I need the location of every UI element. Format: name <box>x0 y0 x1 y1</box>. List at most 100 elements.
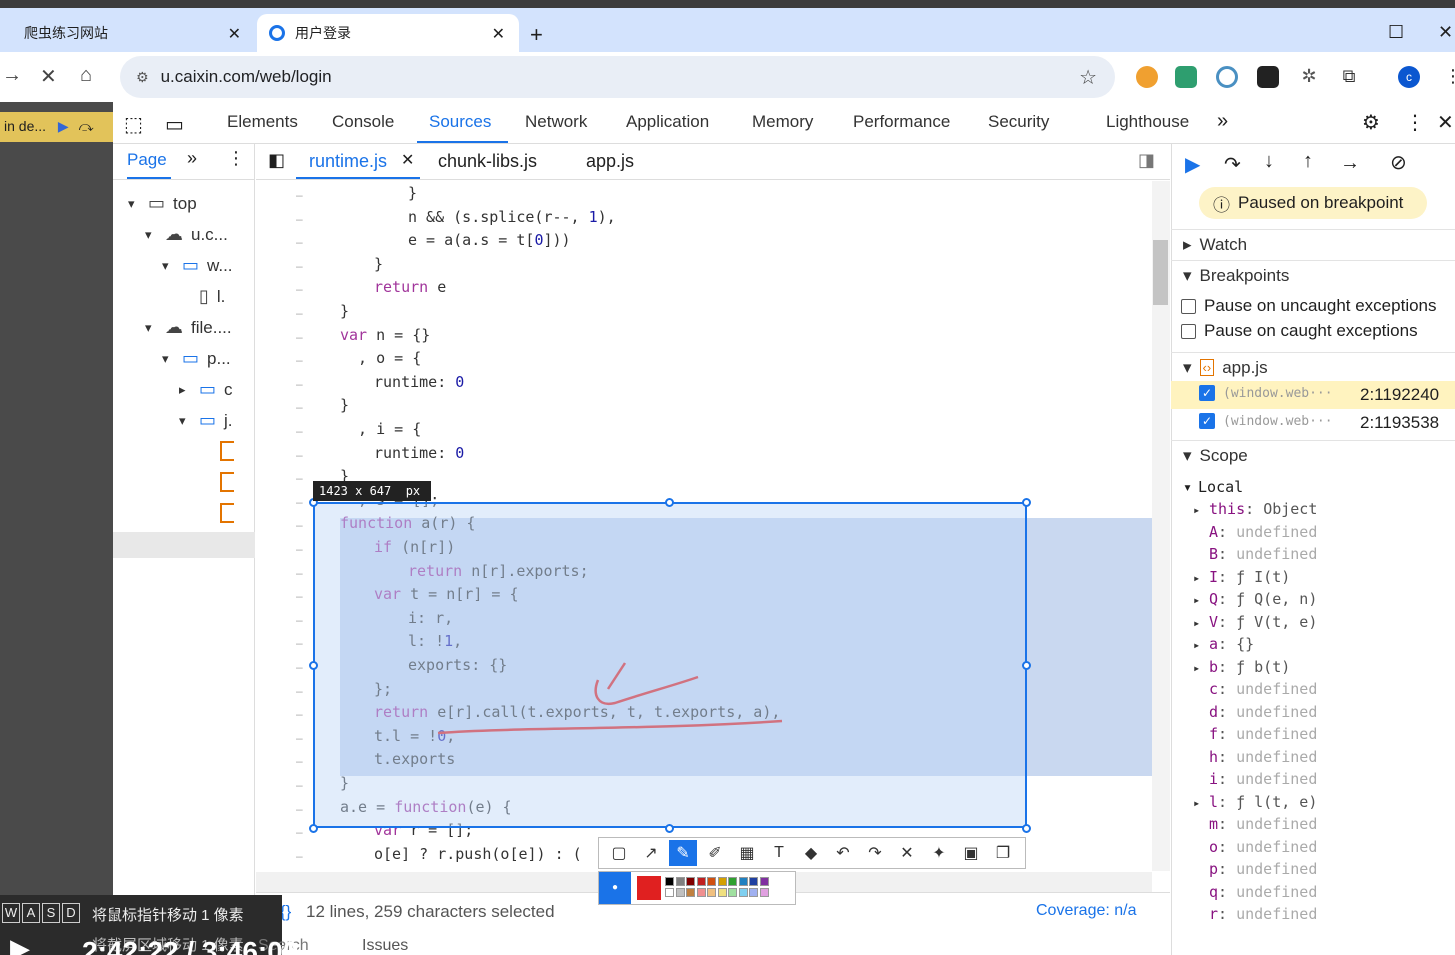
bookmark-star-icon[interactable]: ☆ <box>1079 65 1097 90</box>
forward-icon[interactable]: → <box>2 64 22 87</box>
checkbox-checked[interactable]: ✓ <box>1199 385 1215 401</box>
capture-selection[interactable] <box>313 502 1027 828</box>
breakpoints-section[interactable]: ▾ Breakpoints <box>1171 260 1455 290</box>
pin-icon[interactable]: ✦ <box>925 840 953 866</box>
step-into-icon[interactable]: ↓ <box>1264 150 1274 173</box>
tree-item[interactable]: ▾ ▭ w... <box>162 255 233 276</box>
close-devtools-icon[interactable]: ✕ <box>1437 110 1454 135</box>
extension-shield-icon[interactable] <box>1136 66 1158 88</box>
local-scope[interactable]: ▾ Local <box>1183 478 1243 496</box>
devtools-tab-application[interactable]: Application <box>626 112 709 132</box>
color-swatch[interactable] <box>738 888 748 897</box>
resume-icon[interactable]: ▶ <box>58 118 69 134</box>
resize-handle[interactable] <box>309 824 318 833</box>
new-tab-icon[interactable]: + <box>530 22 543 48</box>
close-tab-icon[interactable]: ✕ <box>492 24 505 44</box>
toggle-navigator-icon[interactable]: ◧ <box>268 150 285 171</box>
scope-var[interactable]: ▸ Q: ƒ Q(e, n) <box>1193 590 1317 608</box>
device-toolbar-icon[interactable]: ▭ <box>165 112 184 137</box>
tree-item[interactable]: ▾ ☁ u.c... <box>145 224 228 245</box>
color-swatch[interactable] <box>759 888 769 897</box>
step-out-icon[interactable]: ↑ <box>1303 150 1313 173</box>
close-tab-icon[interactable]: ✕ <box>228 24 241 44</box>
color-swatch[interactable] <box>696 877 706 886</box>
puzzle-icon[interactable]: ⧉ <box>1338 66 1360 88</box>
close-tab-icon[interactable]: ✕ <box>401 150 414 170</box>
redo-icon[interactable]: ↷ <box>861 840 889 866</box>
play-icon[interactable]: ▶ <box>10 933 30 955</box>
checkbox-checked[interactable]: ✓ <box>1199 413 1215 429</box>
pen-tool-icon[interactable]: ✎ <box>669 840 697 866</box>
scope-var[interactable]: ▸ b: ƒ b(t) <box>1193 658 1290 676</box>
settings-gear-icon[interactable]: ⚙ <box>1362 110 1380 135</box>
pause-uncaught-option[interactable]: Pause on uncaught exceptions <box>1181 296 1437 316</box>
undo-icon[interactable]: ↶ <box>829 840 857 866</box>
step-icon[interactable]: → <box>1340 152 1360 175</box>
color-swatch[interactable] <box>749 888 758 897</box>
devtools-tab-sources[interactable]: Sources <box>429 112 491 132</box>
save-icon[interactable]: ▣ <box>957 840 985 866</box>
checkbox[interactable] <box>1181 323 1196 339</box>
resize-handle[interactable] <box>665 498 674 507</box>
scope-var[interactable]: h: undefined <box>1193 748 1317 766</box>
marker-tool-icon[interactable]: ✐ <box>701 840 729 866</box>
color-swatch[interactable] <box>696 888 706 897</box>
pen-size-button[interactable]: ● <box>599 872 631 904</box>
color-swatch[interactable] <box>686 888 695 897</box>
menu-dots-icon[interactable]: ⋮ <box>1444 66 1455 87</box>
color-swatch[interactable] <box>749 877 758 886</box>
inspect-element-icon[interactable]: ⬚ <box>124 112 143 137</box>
js-file-icon[interactable] <box>220 472 234 492</box>
js-file-icon[interactable] <box>220 503 234 523</box>
resize-handle[interactable] <box>1022 824 1031 833</box>
bp-row-2[interactable]: ✓ (window.web··· <box>1199 413 1333 429</box>
text-tool-icon[interactable]: T <box>765 840 793 866</box>
shape-tool-icon[interactable]: ▢ <box>605 840 633 866</box>
scope-var[interactable]: ▸ I: ƒ I(t) <box>1193 568 1290 586</box>
toggle-debugger-icon[interactable]: ◨ <box>1138 150 1155 171</box>
issues-tab[interactable]: Issues <box>362 937 408 955</box>
scope-var[interactable]: f: undefined <box>1193 725 1317 743</box>
extension-dark-icon[interactable] <box>1257 66 1279 88</box>
color-swatch[interactable] <box>717 877 727 886</box>
checkbox[interactable] <box>1181 298 1196 314</box>
color-swatch[interactable] <box>707 877 716 886</box>
page-tab[interactable]: Page <box>127 150 167 170</box>
js-file-icon[interactable] <box>220 441 234 461</box>
color-swatch[interactable] <box>675 888 685 897</box>
more-panes-icon[interactable]: » <box>187 148 197 169</box>
color-swatch[interactable] <box>665 888 674 897</box>
color-swatch[interactable] <box>728 888 737 897</box>
scope-var[interactable]: p: undefined <box>1193 860 1317 878</box>
scope-var[interactable]: ▸ l: ƒ l(t, e) <box>1193 793 1317 811</box>
scope-var[interactable]: i: undefined <box>1193 770 1317 788</box>
color-swatch[interactable] <box>665 877 674 886</box>
more-tabs-icon[interactable]: » <box>1217 110 1228 133</box>
bp-row-1[interactable]: ✓ (window.web··· <box>1199 385 1333 401</box>
mosaic-tool-icon[interactable]: ▦ <box>733 840 761 866</box>
scope-var[interactable]: ▸ this: Object <box>1193 500 1317 518</box>
eraser-tool-icon[interactable]: ◆ <box>797 840 825 866</box>
deactivate-breakpoints-icon[interactable]: ⊘ <box>1390 150 1407 175</box>
color-swatch[interactable] <box>759 877 769 886</box>
color-swatch[interactable] <box>728 877 737 886</box>
tree-item[interactable]: ▾ ☁ file.... <box>145 317 232 338</box>
step-over-icon[interactable]: ↷ <box>1224 152 1241 177</box>
tree-item[interactable]: ▾ ▭ p... <box>162 348 231 369</box>
line-tool-icon[interactable]: ↗ <box>637 840 665 866</box>
cancel-icon[interactable]: ✕ <box>893 840 921 866</box>
stop-icon[interactable]: ✕ <box>40 64 57 89</box>
devtools-tab-console[interactable]: Console <box>332 112 394 132</box>
copy-icon[interactable]: ❐ <box>989 840 1017 866</box>
color-swatch[interactable] <box>675 877 685 886</box>
extension-green-icon[interactable] <box>1175 66 1197 88</box>
tree-item[interactable]: ▾ ▭ j. <box>179 410 233 431</box>
editor-tab-runtime[interactable]: runtime.js <box>309 151 387 172</box>
avatar[interactable]: c <box>1398 66 1420 88</box>
resize-handle[interactable] <box>1022 498 1031 507</box>
scope-var[interactable]: B: undefined <box>1193 545 1317 563</box>
navigator-menu-icon[interactable]: ⋮ <box>227 148 245 169</box>
scope-var[interactable]: d: undefined <box>1193 703 1317 721</box>
home-icon[interactable]: ⌂ <box>80 64 92 87</box>
devtools-tab-lighthouse[interactable]: Lighthouse <box>1106 112 1189 132</box>
